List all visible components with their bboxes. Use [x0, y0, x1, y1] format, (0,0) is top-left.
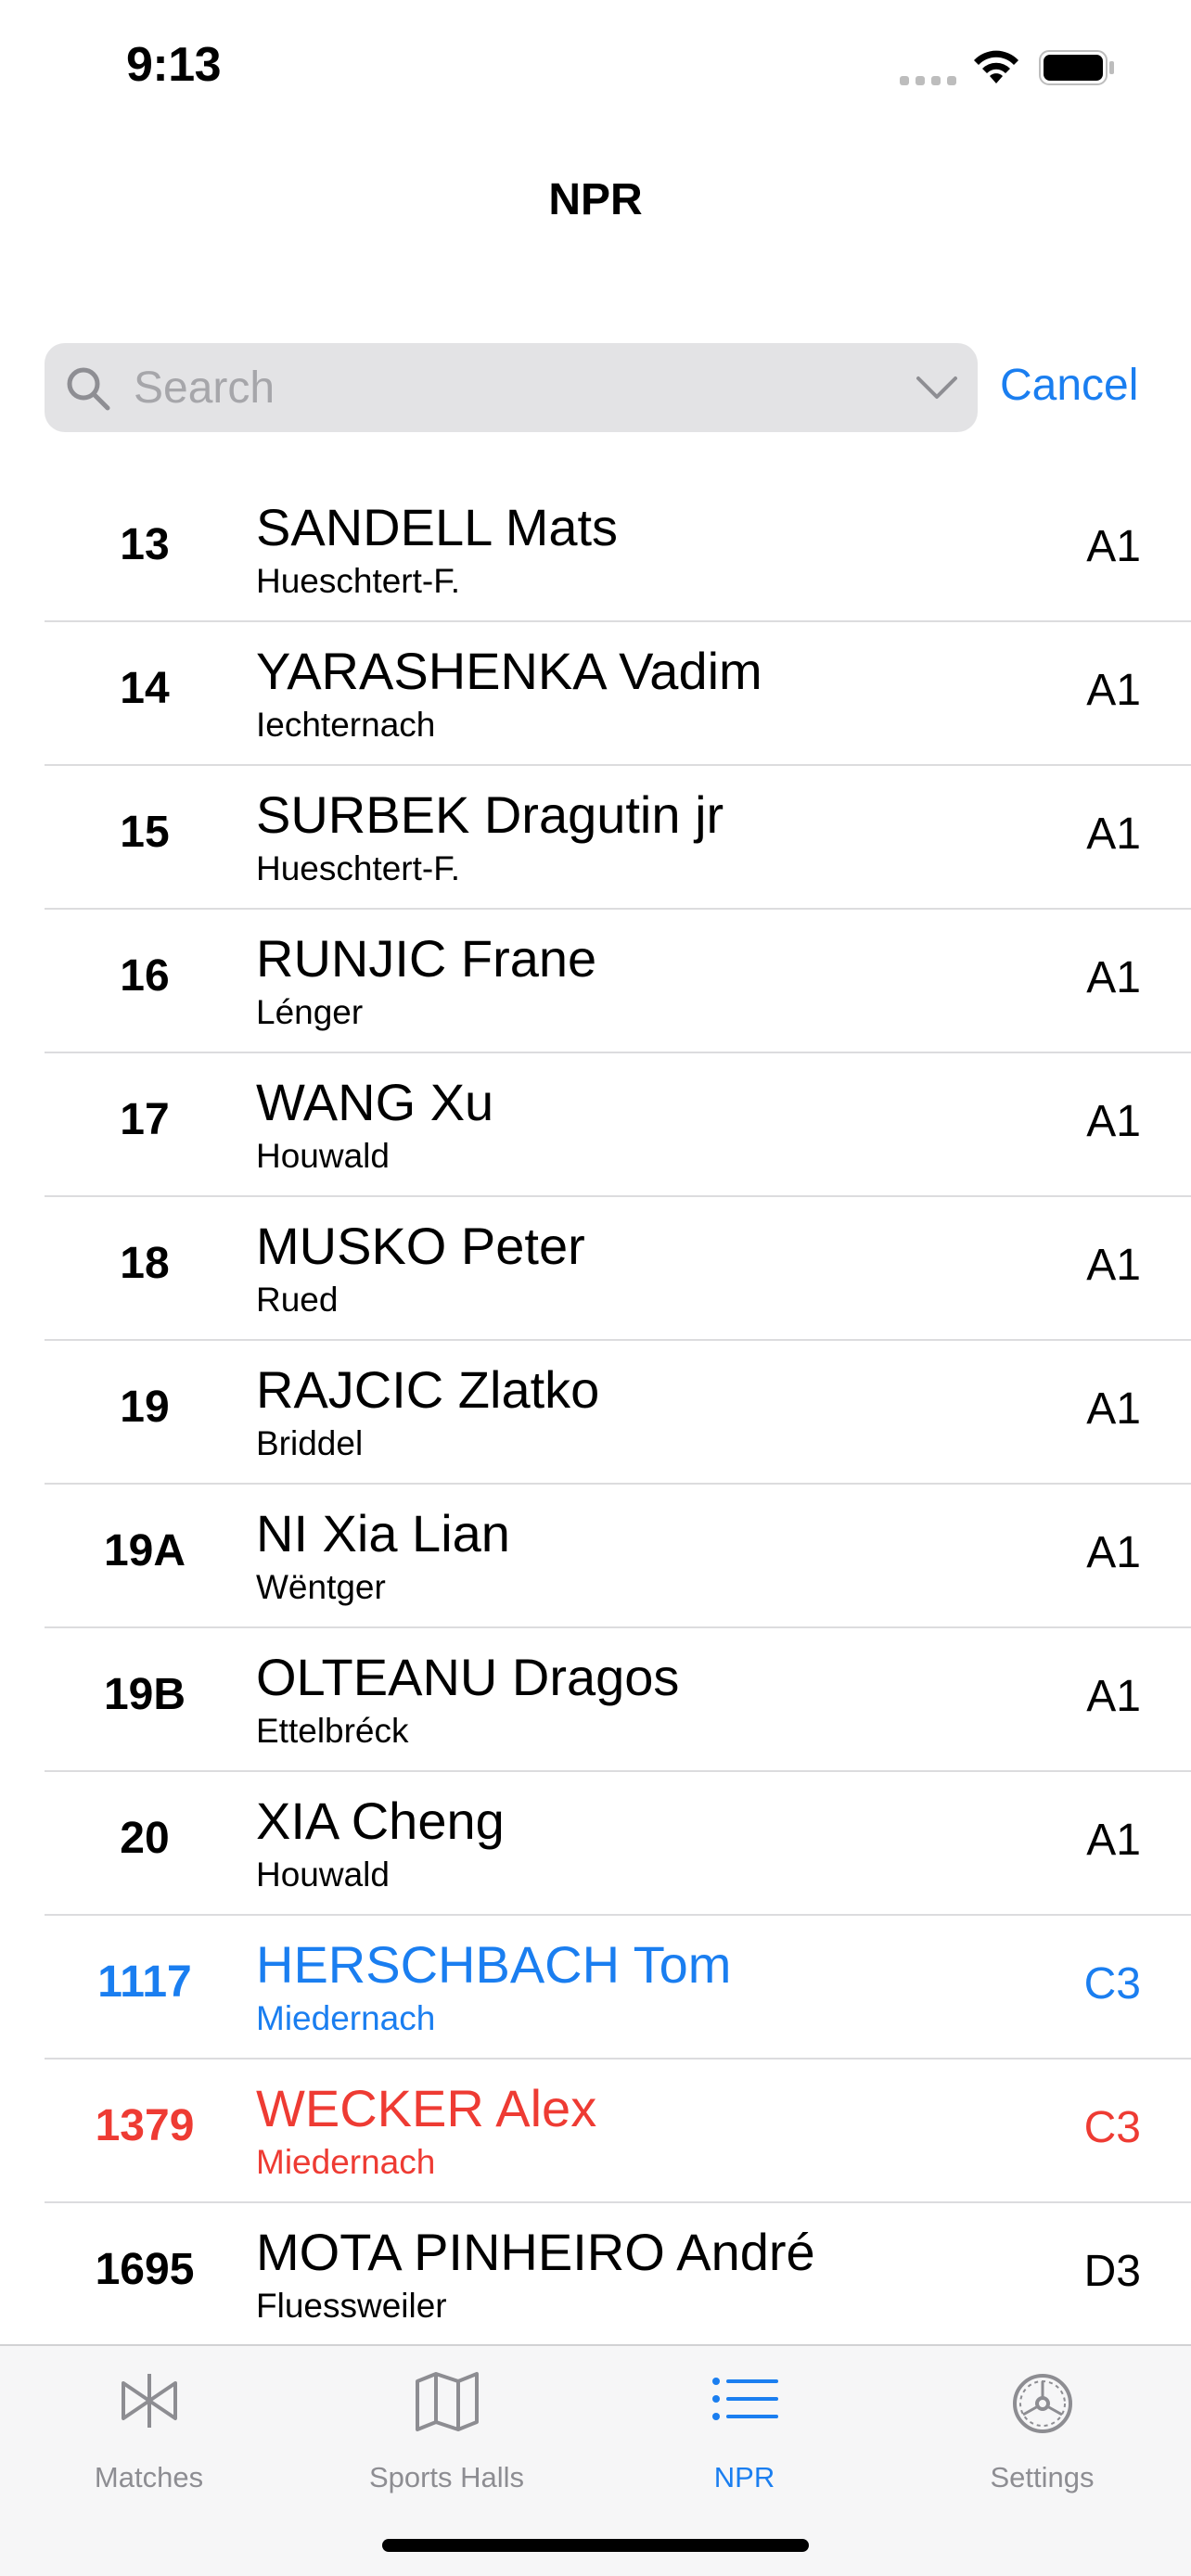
player-class: A1 — [1086, 522, 1141, 571]
ranking-number: 19A — [103, 1526, 186, 1575]
search-bar[interactable] — [45, 343, 978, 432]
ranking-number: 17 — [120, 1095, 170, 1144]
player-name: WANG Xu — [256, 1073, 494, 1131]
home-indicator[interactable] — [382, 2539, 809, 2552]
tab-label: Settings — [990, 2461, 1095, 2493]
tab-npr[interactable]: NPR — [596, 2346, 893, 2504]
ranking-number: 13 — [120, 520, 170, 569]
status-bar: 9:13 — [0, 0, 1191, 139]
list-item[interactable]: 19 RAJCIC Zlatko Briddel A1 — [45, 1341, 1191, 1485]
list-item[interactable]: 13 SANDELL Mats Hueschtert-F. A1 — [45, 478, 1191, 622]
player-class: A1 — [1086, 1241, 1141, 1290]
player-name: SURBEK Dragutin jr — [256, 785, 724, 844]
list-item[interactable]: 16 RUNJIC Frane Lénger A1 — [45, 910, 1191, 1053]
player-class: A1 — [1086, 1672, 1141, 1721]
ranking-number: 1117 — [97, 1958, 192, 2007]
club-name: Houwald — [256, 1855, 390, 1894]
player-class: D3 — [1083, 2247, 1141, 2296]
battery-icon — [1039, 50, 1114, 85]
player-name: YARASHENKA Vadim — [256, 642, 762, 700]
player-name: MOTA PINHEIRO André — [256, 2223, 815, 2281]
player-class: A1 — [1086, 1097, 1141, 1146]
cellular-signal-icon — [900, 76, 957, 85]
chevron-down-icon[interactable] — [915, 371, 959, 404]
player-class: A1 — [1086, 953, 1141, 1002]
player-class: A1 — [1086, 810, 1141, 859]
club-name: Wëntger — [256, 1568, 386, 1606]
club-name: Houwald — [256, 1137, 390, 1175]
player-class: A1 — [1086, 1528, 1141, 1577]
player-name: XIA Cheng — [256, 1792, 505, 1850]
ranking-number: 20 — [120, 1814, 170, 1863]
player-name: RAJCIC Zlatko — [256, 1360, 600, 1419]
club-name: Ettelbréck — [256, 1712, 409, 1750]
ranking-list: 13 SANDELL Mats Hueschtert-F. A1 14 YARASHENK… — [0, 478, 1191, 2347]
tab-sports-halls[interactable]: Sports Halls — [298, 2346, 596, 2504]
tab-label: Sports Halls — [368, 2461, 525, 2493]
player-name: MUSKO Peter — [256, 1217, 585, 1275]
club-name: Fluessweiler — [256, 2287, 447, 2325]
cancel-button[interactable]: Cancel — [1000, 360, 1138, 411]
list-item[interactable]: 19A NI Xia Lian Wëntger A1 — [45, 1485, 1191, 1628]
club-name: Hueschtert-F. — [256, 562, 461, 600]
club-name: Hueschtert-F. — [256, 849, 461, 887]
wifi-icon — [974, 50, 1018, 83]
tab-label: Matches — [94, 2461, 204, 2493]
club-name: Iechternach — [256, 706, 436, 744]
ranking-number: 18 — [120, 1239, 170, 1288]
player-class: A1 — [1086, 1384, 1141, 1434]
search-icon — [67, 367, 110, 411]
search-input[interactable] — [134, 343, 931, 432]
ranking-number: 19B — [103, 1670, 186, 1719]
club-name: Rued — [256, 1281, 339, 1319]
gear-icon — [1012, 2374, 1072, 2433]
player-name: NI Xia Lian — [256, 1504, 510, 1562]
ranking-number: 16 — [120, 951, 170, 1001]
list-item[interactable]: 1379 WECKER Alex Miedernach C3 — [45, 2060, 1191, 2203]
club-name: Miedernach — [256, 1999, 436, 2037]
map-icon — [415, 2372, 479, 2431]
player-name: OLTEANU Dragos — [256, 1648, 680, 1706]
player-name: HERSCHBACH Tom — [256, 1935, 732, 1994]
tab-matches[interactable]: Matches — [0, 2346, 298, 2504]
list-item[interactable]: 1117 HERSCHBACH Tom Miedernach C3 — [45, 1916, 1191, 2060]
player-class: C3 — [1083, 2103, 1141, 2152]
player-name: SANDELL Mats — [256, 498, 619, 556]
list-item[interactable]: 19B OLTEANU Dragos Ettelbréck A1 — [45, 1628, 1191, 1772]
player-class: A1 — [1086, 1816, 1141, 1865]
club-name: Miedernach — [256, 2143, 436, 2181]
list-item[interactable]: 15 SURBEK Dragutin jr Hueschtert-F. A1 — [45, 766, 1191, 910]
ranking-number: 1695 — [95, 2245, 195, 2294]
list-item[interactable]: 18 MUSKO Peter Rued A1 — [45, 1197, 1191, 1341]
list-item[interactable]: 1695 MOTA PINHEIRO André Fluessweiler D3 — [45, 2203, 1191, 2347]
ranking-number: 1379 — [95, 2101, 195, 2150]
status-time: 9:13 — [126, 38, 222, 92]
list-icon — [711, 2378, 778, 2420]
app-screen: 9:13 NPR Cancel 13 SANDELL Mats Hueschtert… — [0, 0, 1191, 2576]
ranking-number: 19 — [120, 1383, 170, 1432]
player-class: A1 — [1086, 666, 1141, 715]
list-item[interactable]: 14 YARASHENKA Vadim Iechternach A1 — [45, 622, 1191, 766]
club-name: Lénger — [256, 993, 364, 1031]
list-item[interactable]: 17 WANG Xu Houwald A1 — [45, 1053, 1191, 1197]
tab-settings[interactable]: Settings — [893, 2346, 1191, 2504]
club-name: Briddel — [256, 1424, 364, 1462]
list-item[interactable]: 20 XIA Cheng Houwald A1 — [45, 1772, 1191, 1916]
player-name: RUNJIC Frane — [256, 929, 597, 988]
ranking-number: 15 — [120, 808, 170, 857]
player-class: C3 — [1083, 1959, 1141, 2009]
tab-label: NPR — [713, 2461, 775, 2493]
ranking-number: 14 — [120, 664, 170, 713]
page-title: NPR — [548, 175, 643, 224]
matches-icon — [121, 2374, 177, 2428]
player-name: WECKER Alex — [256, 2079, 597, 2137]
